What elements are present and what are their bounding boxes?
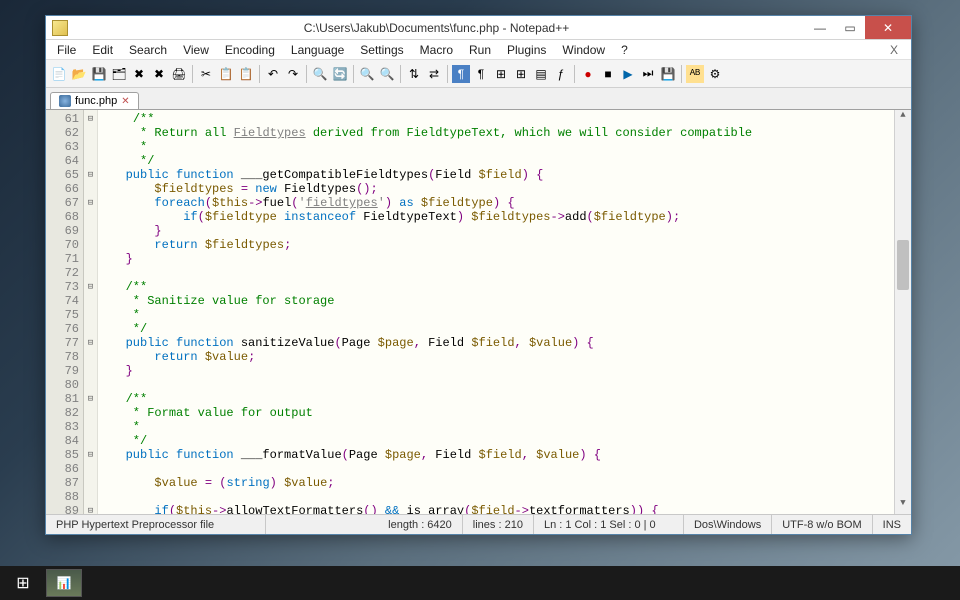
status-mode: INS [873,515,911,534]
undo-icon[interactable]: ↶ [264,65,282,83]
record-macro-icon[interactable]: ● [579,65,597,83]
zoom-in-icon[interactable]: 🔍 [358,65,376,83]
copy-icon[interactable]: 📋 [217,65,235,83]
taskbar[interactable]: ⊞ 📊 [0,566,960,600]
separator-icon [259,65,260,83]
titlebar[interactable]: C:\Users\Jakub\Documents\func.php - Note… [46,16,911,40]
menu-plugins[interactable]: Plugins [500,41,553,59]
paste-icon[interactable]: 📋 [237,65,255,83]
save-macro-icon[interactable]: 💾 [659,65,677,83]
preferences-icon[interactable]: ⚙ [706,65,724,83]
menu-help[interactable]: ? [614,41,635,59]
redo-icon[interactable]: ↷ [284,65,302,83]
scroll-down-icon[interactable]: ▼ [895,498,911,514]
tab-close-icon[interactable]: ✕ [121,96,129,107]
menu-window[interactable]: Window [555,41,612,59]
window-title: C:\Users\Jakub\Documents\func.php - Note… [68,21,805,35]
file-icon [59,95,71,107]
vertical-scrollbar[interactable]: ▲ ▼ [894,110,911,514]
cut-icon[interactable]: ✂ [197,65,215,83]
app-icon [52,20,68,36]
taskbar-app-icon[interactable]: 📊 [46,569,82,597]
spellcheck-icon[interactable]: ᴬᴮ [686,65,704,83]
new-file-icon[interactable]: 📄 [50,65,68,83]
menu-settings[interactable]: Settings [353,41,410,59]
menu-edit[interactable]: Edit [85,41,120,59]
userlang-icon[interactable]: ⊞ [512,65,530,83]
play-multi-icon[interactable]: ⏭ [639,65,657,83]
close-file-icon[interactable]: ✖ [130,65,148,83]
separator-icon [400,65,401,83]
fold-column[interactable]: ⊟⊟⊟⊟⊟⊟⊟⊟⊟ [84,110,98,514]
scroll-thumb[interactable] [897,240,909,290]
close-button[interactable]: ✕ [865,16,911,39]
menubar-close-icon[interactable]: X [883,41,905,59]
start-button[interactable]: ⊞ [4,568,42,598]
indent-guide-icon[interactable]: ⊞ [492,65,510,83]
sync-v-icon[interactable]: ⇅ [405,65,423,83]
menu-view[interactable]: View [176,41,216,59]
statusbar: PHP Hypertext Preprocessor file length :… [46,514,911,534]
tabbar: func.php ✕ [46,88,911,110]
tab-label: func.php [75,95,117,107]
tab-funcphp[interactable]: func.php ✕ [50,92,139,109]
separator-icon [447,65,448,83]
separator-icon [192,65,193,83]
minimize-button[interactable]: — [805,16,835,39]
replace-icon[interactable]: 🔄 [331,65,349,83]
menu-encoding[interactable]: Encoding [218,41,282,59]
separator-icon [353,65,354,83]
zoom-out-icon[interactable]: 🔍 [378,65,396,83]
separator-icon [306,65,307,83]
menu-file[interactable]: File [50,41,83,59]
status-encoding: UTF-8 w/o BOM [772,515,872,534]
maximize-button[interactable]: ▭ [835,16,865,39]
toolbar: 📄 📂 💾 🗂 ✖ ✖ 🖨 ✂ 📋 📋 ↶ ↷ 🔍 🔄 🔍 🔍 ⇅ ⇄ ¶ ¶ … [46,60,911,88]
status-position: Ln : 1 Col : 1 Sel : 0 | 0 [534,515,684,534]
separator-icon [574,65,575,83]
status-length: length : 6420 [378,515,463,534]
sync-h-icon[interactable]: ⇄ [425,65,443,83]
docmap-icon[interactable]: ▤ [532,65,550,83]
open-file-icon[interactable]: 📂 [70,65,88,83]
menubar: File Edit Search View Encoding Language … [46,40,911,60]
status-filetype: PHP Hypertext Preprocessor file [46,515,266,534]
close-all-icon[interactable]: ✖ [150,65,168,83]
menu-run[interactable]: Run [462,41,498,59]
menu-search[interactable]: Search [122,41,174,59]
save-icon[interactable]: 💾 [90,65,108,83]
line-number-gutter: 6162636465666768697071727374757677787980… [46,110,84,514]
status-eol: Dos\Windows [684,515,772,534]
play-macro-icon[interactable]: ▶ [619,65,637,83]
print-icon[interactable]: 🖨 [170,65,188,83]
editor[interactable]: 6162636465666768697071727374757677787980… [46,110,911,514]
separator-icon [681,65,682,83]
save-all-icon[interactable]: 🗂 [110,65,128,83]
status-lines: lines : 210 [463,515,534,534]
stop-macro-icon[interactable]: ■ [599,65,617,83]
scroll-up-icon[interactable]: ▲ [895,110,911,126]
app-window: C:\Users\Jakub\Documents\func.php - Note… [45,15,912,535]
menu-macro[interactable]: Macro [413,41,460,59]
code-content[interactable]: /** * Return all Fieldtypes derived from… [98,110,911,514]
menu-language[interactable]: Language [284,41,351,59]
show-all-chars-icon[interactable]: ¶ [472,65,490,83]
func-list-icon[interactable]: ƒ [552,65,570,83]
find-icon[interactable]: 🔍 [311,65,329,83]
wordwrap-icon[interactable]: ¶ [452,65,470,83]
